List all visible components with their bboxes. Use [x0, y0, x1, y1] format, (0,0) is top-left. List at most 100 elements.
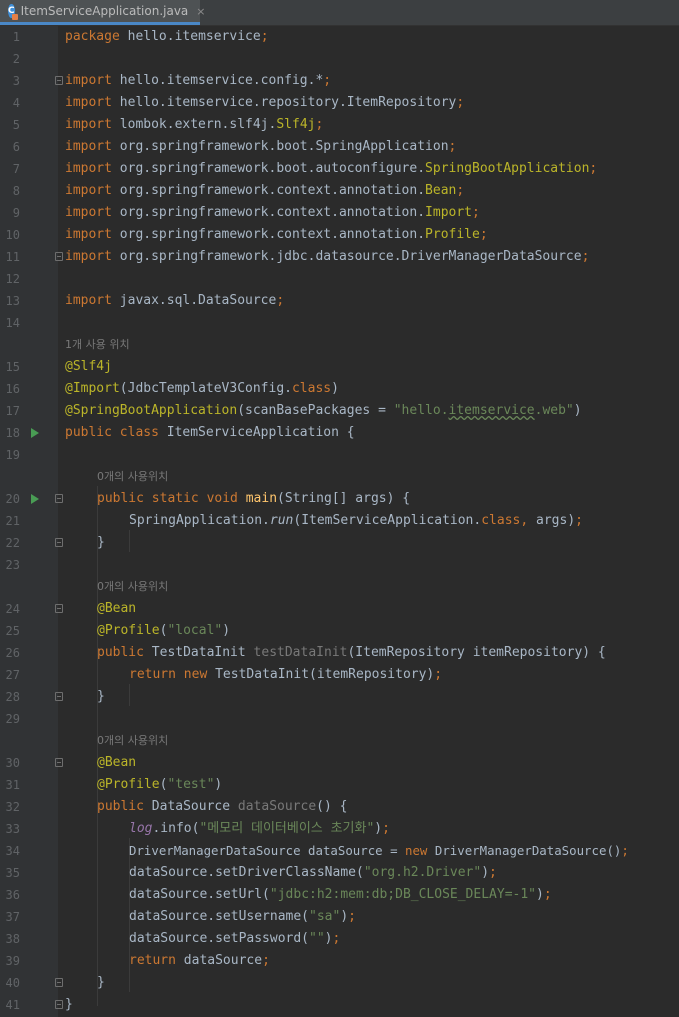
usage-hint-row: 0개의 사용위치 — [0, 576, 679, 598]
line-number: 6 — [12, 140, 20, 154]
code-text: DriverManagerDataSource dataSource = new… — [129, 840, 629, 862]
token: .web" — [534, 403, 574, 418]
token: (ItemServiceApplication. — [293, 513, 482, 528]
token: javax.sql.DataSource — [111, 293, 277, 308]
code-line: 10 import org.springframework.context.an… — [0, 224, 679, 246]
line-number: 35 — [5, 866, 20, 880]
code-text: import org.springframework.boot.autoconf… — [65, 158, 597, 180]
token: ; — [260, 29, 269, 44]
token: package — [65, 29, 120, 44]
code-text: import org.springframework.context.annot… — [65, 180, 464, 202]
code-line: 26 public TestDataInit testDataInit(Item… — [0, 642, 679, 664]
token: "hello. — [393, 403, 449, 418]
code-line: 40 } — [0, 972, 679, 994]
line-number: 9 — [12, 206, 20, 220]
fold-icon[interactable] — [55, 692, 63, 701]
token: Profile — [425, 227, 480, 242]
code-text: dataSource.setDriverClassName("org.h2.Dr… — [129, 862, 497, 884]
fold-icon[interactable] — [55, 978, 63, 987]
token: import — [65, 249, 112, 264]
token: public class — [65, 425, 159, 440]
code-text: public class ItemServiceApplication { — [65, 422, 355, 444]
token: ) — [536, 887, 544, 902]
run-gutter-icon[interactable] — [31, 494, 39, 504]
code-text: import javax.sql.DataSource; — [65, 290, 284, 312]
code-text: } — [65, 994, 73, 1016]
code-line: 13 import javax.sql.DataSource; — [0, 290, 679, 312]
fold-icon[interactable] — [55, 1000, 63, 1009]
token: (scanBasePackages = — [237, 403, 394, 418]
fold-icon[interactable] — [55, 252, 63, 261]
line-number: 34 — [5, 844, 20, 858]
close-icon[interactable]: × — [196, 5, 205, 18]
token: ) — [573, 403, 582, 418]
code-text: @Profile("local") — [97, 620, 230, 642]
token: hello.itemservice.repository.ItemReposit… — [111, 95, 457, 110]
token: } — [97, 975, 105, 990]
token: new — [405, 843, 428, 858]
token: ; — [456, 183, 465, 198]
line-number: 36 — [5, 888, 20, 902]
usage-hint[interactable]: 1개 사용 위치 — [65, 334, 130, 356]
token: class — [291, 381, 332, 396]
line-number: 41 — [5, 998, 20, 1012]
token: org.springframework.boot.autoconfigure. — [111, 161, 426, 176]
token: dataSource.setPassword( — [129, 931, 310, 946]
token: ; — [543, 887, 552, 902]
token: dataSource — [175, 953, 263, 968]
line-number: 13 — [5, 294, 20, 308]
line-number: 8 — [12, 184, 20, 198]
file-tab[interactable]: C ItemServiceApplication.java × — [0, 0, 206, 25]
token: "test" — [167, 777, 215, 792]
token: import — [65, 227, 112, 242]
fold-icon[interactable] — [55, 76, 63, 85]
token: } — [65, 997, 73, 1012]
fold-icon[interactable] — [55, 538, 63, 547]
line-number: 15 — [5, 360, 20, 374]
token: return — [129, 953, 176, 968]
usage-hint[interactable]: 0개의 사용위치 — [97, 730, 168, 752]
token: ) — [214, 777, 223, 792]
token: public — [97, 645, 144, 660]
code-line: 27 return new TestDataInit(itemRepositor… — [0, 664, 679, 686]
code-line: 4 import hello.itemservice.repository.It… — [0, 92, 679, 114]
line-number: 20 — [5, 492, 20, 506]
token: "org.h2.Driver" — [363, 865, 482, 880]
token: @Slf4j — [65, 359, 112, 374]
fold-icon[interactable] — [55, 604, 63, 613]
line-number: 4 — [12, 96, 20, 110]
code-text: dataSource.setPassword(""); — [129, 928, 340, 950]
line-number: 12 — [5, 272, 20, 286]
token: TestDataInit — [143, 645, 254, 660]
token: class, — [481, 513, 529, 528]
token: @Import — [65, 381, 120, 396]
code-line: 36 dataSource.setUrl("jdbc:h2:mem:db;DB_… — [0, 884, 679, 906]
token: ) — [324, 931, 333, 946]
code-line: 35 dataSource.setDriverClassName("org.h2… — [0, 862, 679, 884]
token: ; — [434, 667, 443, 682]
fold-icon[interactable] — [55, 494, 63, 503]
code-line: 9 import org.springframework.context.ann… — [0, 202, 679, 224]
line-number: 28 — [5, 690, 20, 704]
usage-hint[interactable]: 0개의 사용위치 — [97, 466, 168, 488]
line-number: 1 — [12, 30, 20, 44]
token: org.springframework.boot.SpringApplicati… — [111, 139, 449, 154]
code-text: log.info("메모리 데이터베이스 초기화"); — [129, 818, 390, 840]
code-line: 19 — [0, 444, 679, 466]
editor-tab-bar: C ItemServiceApplication.java × — [0, 0, 679, 26]
token: ; — [448, 139, 457, 154]
code-text: import org.springframework.context.annot… — [65, 224, 488, 246]
usage-hint[interactable]: 0개의 사용위치 — [97, 576, 168, 598]
run-gutter-icon[interactable] — [31, 428, 39, 438]
token: .info( — [152, 821, 200, 836]
token: ; — [276, 293, 285, 308]
line-number: 26 — [5, 646, 20, 660]
fold-icon[interactable] — [55, 758, 63, 767]
token: ; — [262, 953, 270, 968]
code-text: import org.springframework.context.annot… — [65, 202, 480, 224]
token: @Profile — [97, 777, 160, 792]
code-line: 25 @Profile("local") — [0, 620, 679, 642]
code-line: 21 SpringApplication.run(ItemServiceAppl… — [0, 510, 679, 532]
line-number: 38 — [5, 932, 20, 946]
code-text: @Bean — [97, 752, 136, 774]
